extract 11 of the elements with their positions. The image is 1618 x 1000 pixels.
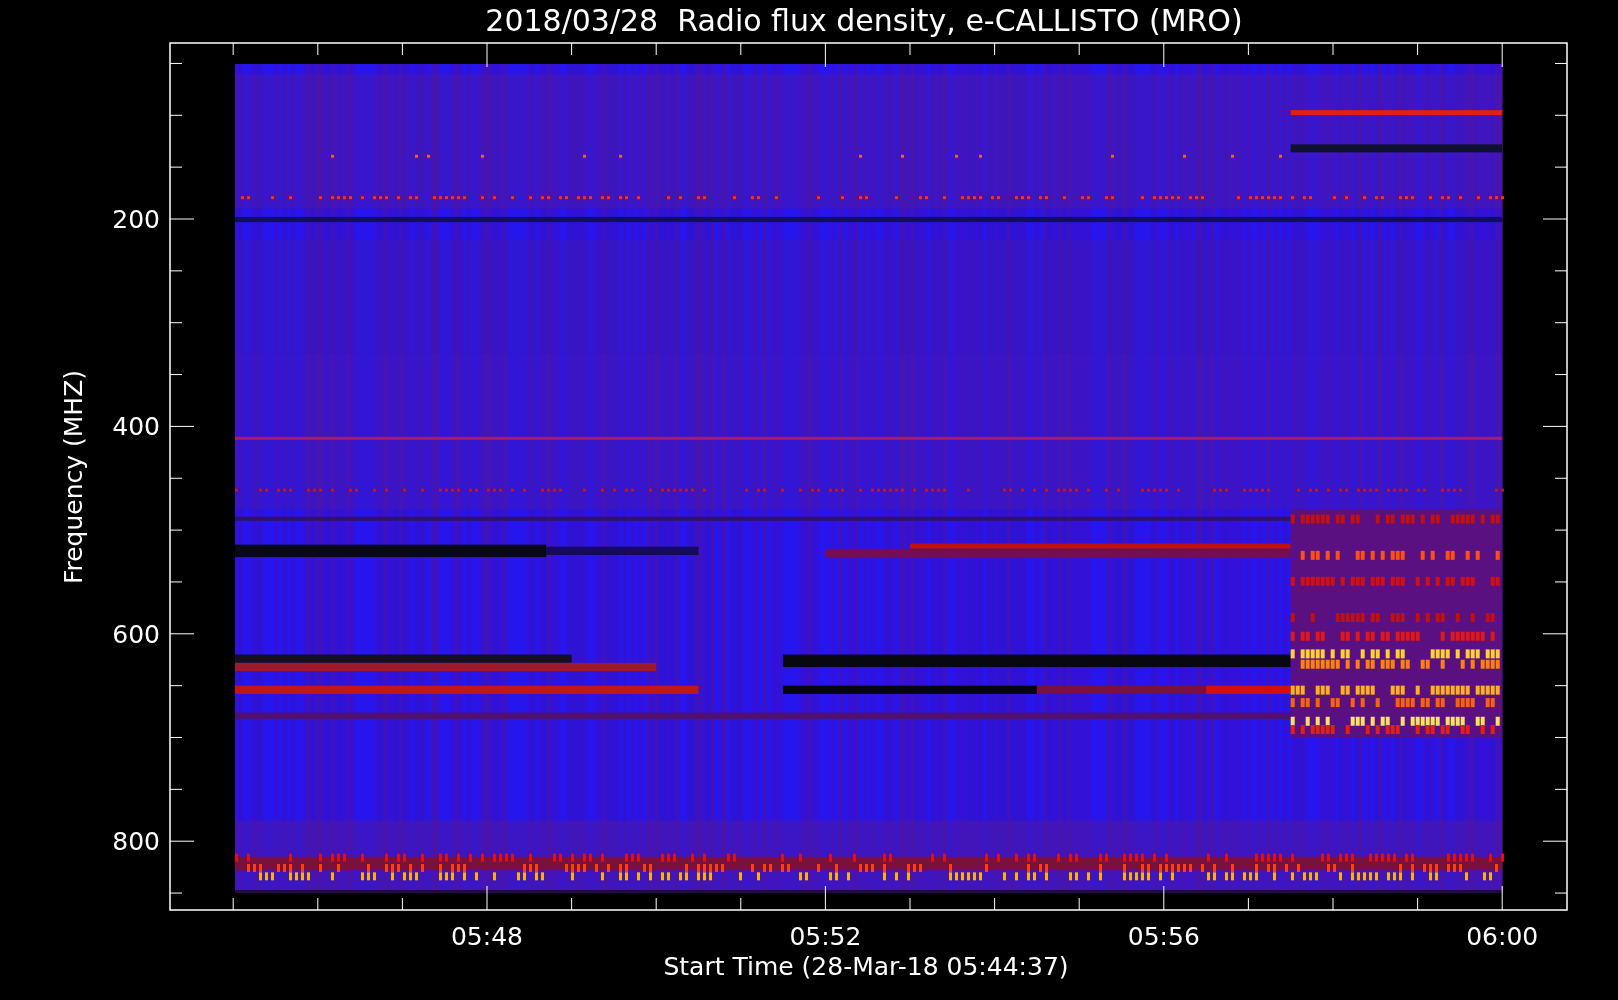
x-axis-label: Start Time (28-Mar-18 05:44:37) xyxy=(663,952,1069,981)
x-tick-label: 06:00 xyxy=(1466,922,1539,951)
x-tick-label: 05:52 xyxy=(789,922,862,951)
y-axis-label: Frequency (MHZ) xyxy=(59,369,88,585)
plot-title: 2018/03/28 Radio flux density, e-CALLISTO (MRO) xyxy=(485,3,1243,38)
y-tick-label: 800 xyxy=(112,827,160,857)
x-tick-label: 05:56 xyxy=(1127,922,1200,951)
y-tick-label: 600 xyxy=(112,619,160,649)
y-tick-label: 200 xyxy=(112,205,160,234)
x-tick-label: 05:48 xyxy=(451,922,523,951)
y-tick-label: 400 xyxy=(112,412,160,442)
